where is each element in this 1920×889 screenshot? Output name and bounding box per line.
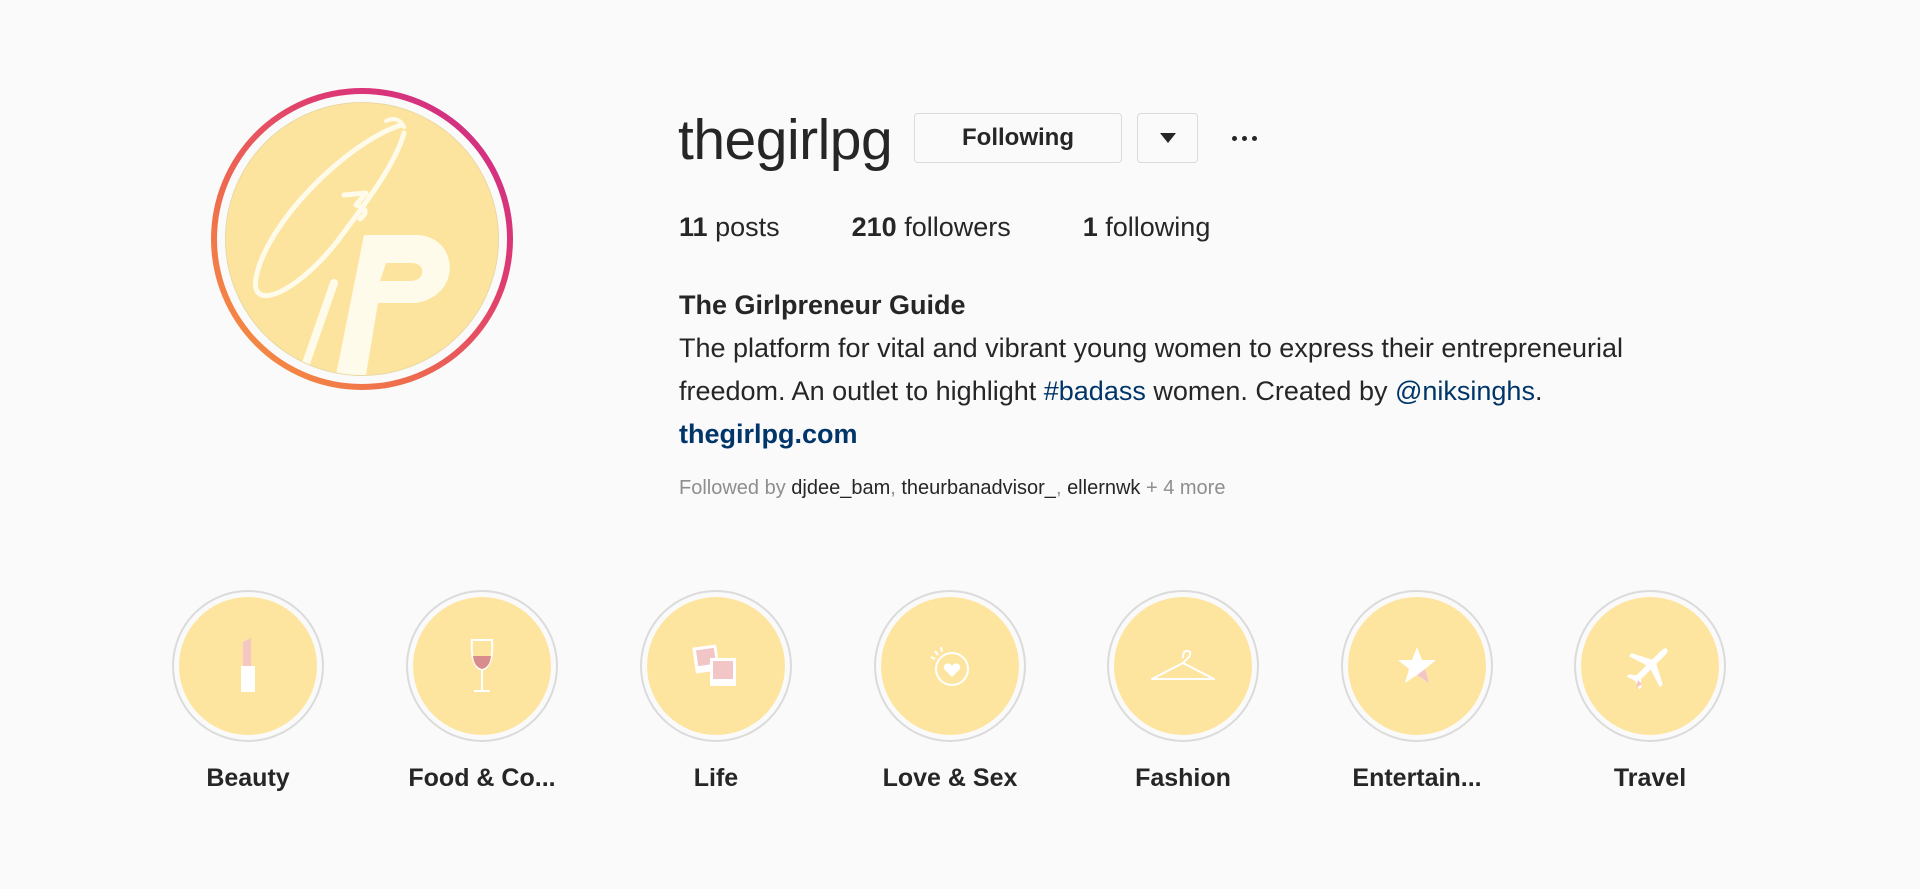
followers-number: 210 xyxy=(851,212,897,242)
heart-icon xyxy=(930,646,969,686)
full-name: The Girlpreneur Guide xyxy=(679,290,966,320)
highlight-ring xyxy=(640,590,792,742)
highlight-ring xyxy=(406,590,558,742)
photos-icon xyxy=(692,644,736,686)
star-icon xyxy=(1398,647,1436,683)
highlight-entertainment[interactable]: Entertain... xyxy=(1337,590,1497,794)
highlight-label: Life xyxy=(693,764,739,792)
profile-avatar-story-ring[interactable] xyxy=(211,88,513,390)
highlight-fashion[interactable]: Fashion xyxy=(1103,590,1263,794)
highlight-cover xyxy=(1114,597,1252,735)
airplane-icon xyxy=(1626,648,1668,690)
highlight-label: Fashion xyxy=(1135,764,1231,792)
highlight-beauty[interactable]: Beauty xyxy=(168,590,328,794)
highlight-cover xyxy=(1581,597,1719,735)
highlight-label: Travel xyxy=(1613,764,1687,792)
wine-glass-icon xyxy=(470,639,494,692)
follower-link[interactable]: djdee_bam xyxy=(791,477,890,499)
following-button[interactable]: Following xyxy=(914,113,1122,163)
highlight-ring xyxy=(874,590,1026,742)
bio-line-2-end: . xyxy=(1534,376,1543,406)
highlight-ring xyxy=(172,590,324,742)
bio-line-2-mid: women. Created by xyxy=(1145,376,1395,406)
follower-link[interactable]: theurbanadvisor_ xyxy=(901,477,1056,499)
bio-line-1: The platform for vital and vibrant young… xyxy=(679,333,1623,363)
hanger-icon xyxy=(1151,649,1215,680)
followed-by-prefix: Followed by xyxy=(679,477,792,499)
following-link[interactable]: 1 following xyxy=(1083,210,1211,244)
following-number: 1 xyxy=(1082,212,1098,242)
avatar[interactable] xyxy=(225,102,499,376)
highlight-cover xyxy=(1348,597,1486,735)
more-options-icon xyxy=(1231,135,1257,141)
highlight-food[interactable]: Food & Co... xyxy=(402,590,562,794)
highlight-ring xyxy=(1574,590,1726,742)
separator: , xyxy=(1055,477,1068,499)
highlight-cover xyxy=(647,597,785,735)
highlight-life[interactable]: Life xyxy=(636,590,796,794)
highlight-label: Beauty xyxy=(206,764,290,792)
suggestions-dropdown-button[interactable] xyxy=(1137,113,1198,163)
chevron-down-icon xyxy=(1159,133,1176,143)
highlight-cover xyxy=(179,597,317,735)
profile-stats: 11 posts 210 followers 1 following xyxy=(679,210,1282,244)
followers-link[interactable]: 210 followers xyxy=(852,210,1011,244)
posts-count: 11 posts xyxy=(679,210,780,244)
hashtag-link[interactable]: #badass xyxy=(1044,376,1146,406)
highlight-ring xyxy=(1107,590,1259,742)
follower-link[interactable]: ellernwk xyxy=(1067,477,1140,499)
posts-label: posts xyxy=(715,212,780,242)
followed-by: Followed by djdee_bam, theurbanadvisor_,… xyxy=(679,474,1225,502)
more-followers-link[interactable]: + 4 more xyxy=(1140,477,1226,499)
avatar-ring-gap xyxy=(217,94,507,384)
profile-bio: The Girlpreneur Guide The platform for v… xyxy=(679,284,1799,456)
website-link[interactable]: thegirlpg.com xyxy=(679,413,1799,456)
highlight-cover xyxy=(413,597,551,735)
highlight-label: Love & Sex xyxy=(882,764,1018,792)
followers-label: followers xyxy=(904,212,1011,242)
highlight-love[interactable]: Love & Sex xyxy=(870,590,1030,794)
highlight-ring xyxy=(1341,590,1493,742)
highlight-label: Entertain... xyxy=(1352,764,1482,792)
lipstick-icon xyxy=(241,638,255,692)
separator: , xyxy=(890,477,902,499)
more-options-button[interactable] xyxy=(1224,120,1264,156)
gp-monogram-logo xyxy=(253,117,450,375)
highlight-cover xyxy=(881,597,1019,735)
highlight-label: Food & Co... xyxy=(408,764,556,792)
following-label: following xyxy=(1105,212,1211,242)
username: thegirlpg xyxy=(678,108,893,172)
mention-link[interactable]: @niksinghs xyxy=(1395,376,1535,406)
posts-number: 11 xyxy=(679,212,708,242)
bio-line-2-start: freedom. An outlet to highlight xyxy=(679,376,1044,406)
highlight-travel[interactable]: Travel xyxy=(1570,590,1730,794)
